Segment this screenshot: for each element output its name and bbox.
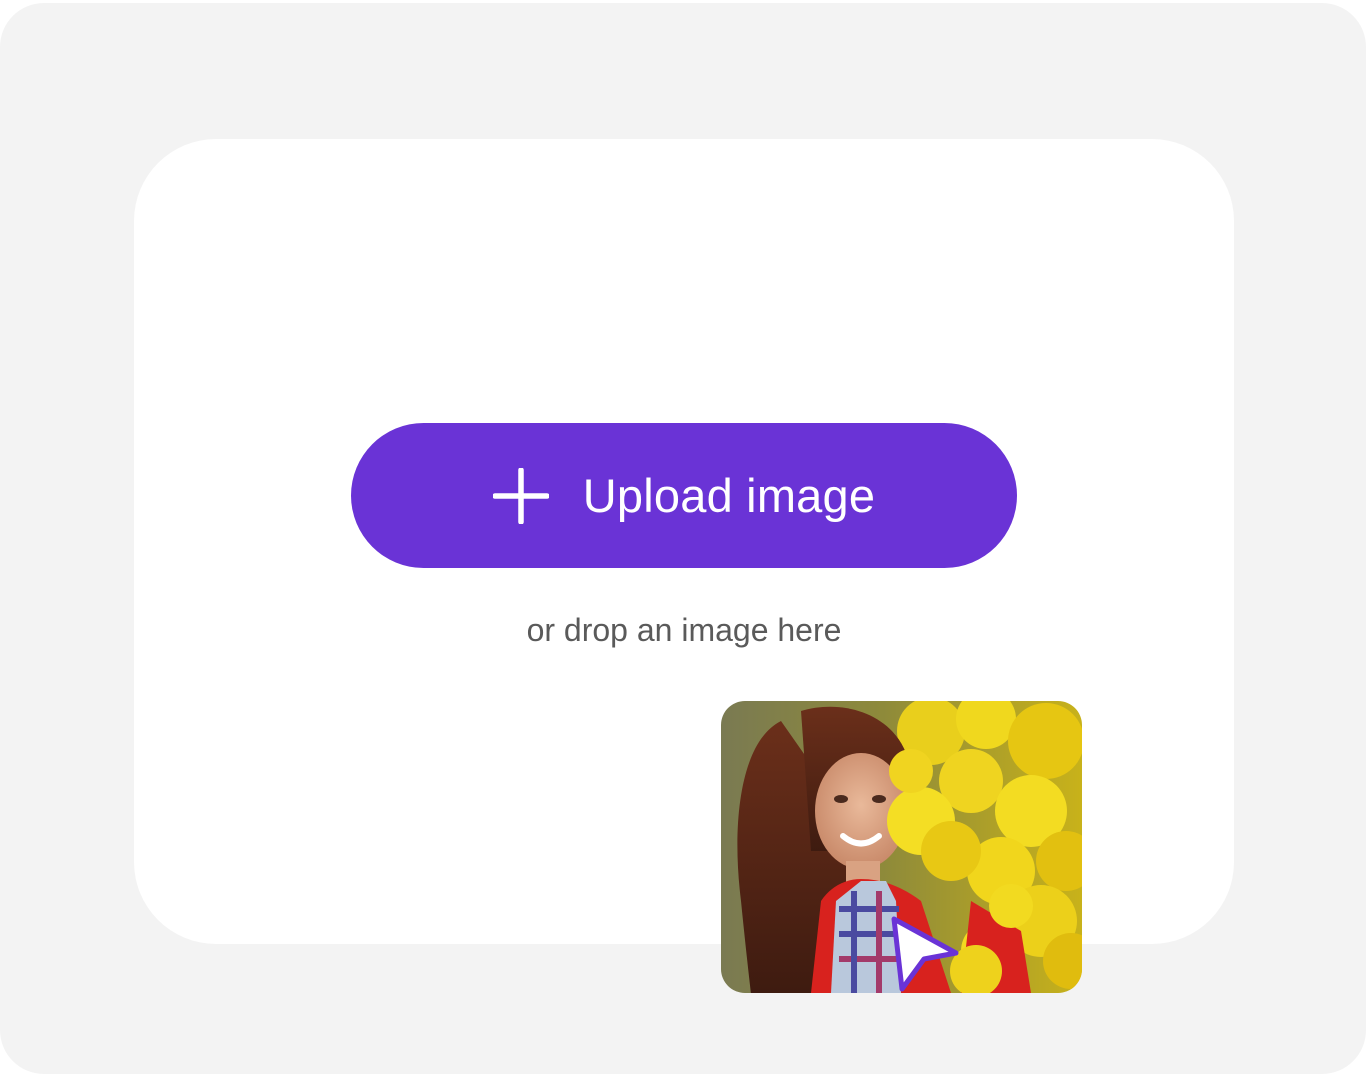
upload-button-label: Upload image — [582, 469, 876, 522]
arrow-cursor-icon — [891, 916, 959, 992]
upload-image-button[interactable]: Upload image — [351, 423, 1017, 568]
drop-hint-text: or drop an image here — [526, 612, 842, 648]
plus-icon — [492, 467, 549, 524]
